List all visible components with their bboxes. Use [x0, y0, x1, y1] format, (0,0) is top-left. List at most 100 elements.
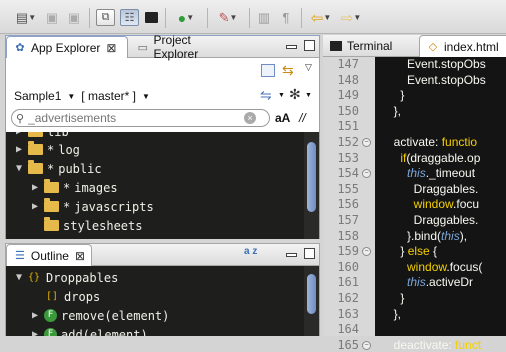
- collapse-arrow-icon[interactable]: ▼: [16, 163, 28, 174]
- terminal-button[interactable]: [143, 9, 159, 26]
- minimize-icon[interactable]: [286, 45, 297, 49]
- chevron-down-icon: ▼: [186, 13, 195, 22]
- code-token: deactivate: [387, 337, 449, 352]
- tree-item[interactable]: ▶ * images: [32, 178, 118, 197]
- filter-input[interactable]: [28, 111, 245, 125]
- gear-icon[interactable]: ✻: [289, 86, 301, 103]
- expand-arrow-icon[interactable]: ▶: [32, 201, 44, 212]
- expand-arrow-icon[interactable]: ▶: [32, 329, 44, 336]
- code-line: this._timeout: [387, 166, 475, 180]
- tab-index-html[interactable]: ◇ index.html: [419, 35, 506, 57]
- back-button[interactable]: ⇦ ▼: [308, 9, 334, 27]
- outline-item[interactable]: [] drops: [46, 287, 100, 306]
- code-token: }: [387, 88, 405, 103]
- link-sync-icon[interactable]: ⇆: [282, 62, 294, 79]
- app-explorer-panel: ✿ App Explorer ⊠ ▭ Project Explorer ⇆ ▽ …: [5, 33, 320, 239]
- expand-arrow-icon[interactable]: ▶: [32, 182, 44, 193]
- save-button[interactable]: ▣: [44, 9, 60, 26]
- outline-item[interactable]: ▼ {} Droppables: [16, 268, 118, 287]
- line-number: 160: [337, 259, 359, 274]
- code-token: .focus(: [446, 259, 483, 274]
- scrollbar-thumb[interactable]: [307, 274, 316, 314]
- sort-alpha-icon[interactable]: a z: [244, 246, 257, 257]
- close-icon[interactable]: ⊠: [106, 41, 116, 55]
- save-all-button[interactable]: ▣: [66, 9, 82, 26]
- view-menu-icon[interactable]: ▽: [305, 62, 312, 73]
- tab-app-explorer[interactable]: ✿ App Explorer ⊠: [6, 36, 128, 58]
- collapse-all-icon[interactable]: [261, 64, 275, 77]
- fold-toggle-icon[interactable]: −: [362, 169, 371, 179]
- block-selection-button[interactable]: ¶: [278, 9, 294, 26]
- run-button[interactable]: ● ▼: [172, 9, 200, 26]
- tab-project-explorer[interactable]: ▭ Project Explorer: [130, 33, 242, 61]
- chevron-down-icon[interactable]: ▼: [278, 92, 285, 99]
- tab-outline[interactable]: ☰ Outline ⊠: [6, 244, 92, 266]
- save-all-icon: ▣: [67, 9, 81, 25]
- modified-star-icon: *: [63, 180, 71, 195]
- toggle-mark-occurrences-button[interactable]: ▥: [256, 9, 272, 26]
- fold-toggle-icon[interactable]: −: [362, 247, 371, 257]
- html-file-icon: ◇: [428, 41, 438, 53]
- outline-item[interactable]: ▶ F remove(element): [32, 306, 169, 325]
- clear-icon[interactable]: ×: [244, 112, 257, 124]
- tree-item[interactable]: ▶ * javascripts: [32, 197, 154, 216]
- regex-toggle[interactable]: //: [299, 111, 306, 125]
- tree-item[interactable]: stylesheets: [32, 216, 142, 235]
- maximize-icon[interactable]: [304, 248, 315, 259]
- folder-icon: [28, 141, 43, 155]
- outline-tree: ▼ {} Droppables [] drops ▶ F remove(elem…: [6, 266, 304, 336]
- tree-item[interactable]: ▶ * log: [16, 140, 80, 159]
- tree-item-label: stylesheets: [63, 218, 143, 233]
- line-number: 156: [337, 197, 359, 212]
- new-button[interactable]: ▤ ▼: [12, 9, 40, 26]
- tree-item[interactable]: ▼ * public: [16, 159, 102, 178]
- outline-item[interactable]: ▶ F add(element): [32, 325, 148, 336]
- maximize-icon[interactable]: [304, 40, 315, 51]
- project-selector[interactable]: Sample1 ▼ [ master* ] ▼: [14, 88, 150, 104]
- expand-arrow-icon[interactable]: ▶: [16, 144, 28, 155]
- perspective-button[interactable]: ☷: [120, 9, 139, 26]
- editor-tabbar: Terminal ◇ index.html: [323, 35, 506, 57]
- tree-scrollbar[interactable]: [304, 132, 319, 239]
- code-token: Draggables.: [387, 213, 479, 227]
- folder-icon: [44, 198, 59, 212]
- chevron-down-icon[interactable]: ▼: [305, 92, 312, 99]
- expand-arrow-icon[interactable]: ▶: [16, 132, 28, 137]
- perspective-icon: ☷: [124, 12, 135, 24]
- code-line: window.focus(: [387, 260, 482, 274]
- collapse-arrow-icon[interactable]: ▼: [16, 272, 28, 283]
- link-with-editor-button[interactable]: ⧉: [96, 9, 115, 26]
- line-number: 150: [337, 103, 359, 118]
- line-number-gutter: 147 148 149 150 151 152−153 154−155 156 157 158 15…: [323, 57, 375, 352]
- scrollbar-thumb[interactable]: [307, 142, 316, 212]
- folder-icon: [44, 217, 59, 231]
- match-case-toggle[interactable]: aA: [275, 111, 290, 125]
- filter-field[interactable]: ⚲ ×: [11, 109, 270, 127]
- line-number: 149: [337, 88, 359, 103]
- code-token: ),: [459, 228, 468, 243]
- tab-terminal[interactable]: Terminal: [323, 35, 416, 57]
- external-tools-button[interactable]: ✎ ▼: [214, 9, 242, 26]
- fold-toggle-icon[interactable]: −: [362, 340, 371, 350]
- chevron-down-icon: ▼: [353, 13, 362, 22]
- chevron-down-icon: ▼: [28, 13, 37, 22]
- tree-item-label: log: [58, 142, 80, 157]
- close-icon[interactable]: ⊠: [75, 249, 85, 263]
- git-actions-icon[interactable]: ⇋: [260, 87, 272, 104]
- fold-toggle-icon[interactable]: −: [362, 138, 371, 147]
- minimize-icon[interactable]: [286, 253, 297, 257]
- outline-icon: ☰: [15, 250, 25, 262]
- link-icon: ⧉: [101, 11, 110, 23]
- toolbar-divider: [165, 8, 166, 28]
- line-number: 161: [337, 275, 359, 290]
- project-explorer-icon: ▭: [137, 41, 148, 54]
- code-line: },: [387, 104, 401, 118]
- expand-arrow-icon[interactable]: ▶: [32, 310, 44, 321]
- forward-button[interactable]: ⇨ ▼: [338, 9, 364, 27]
- outline-scrollbar[interactable]: [304, 266, 319, 336]
- code-line: window.focu: [387, 197, 479, 211]
